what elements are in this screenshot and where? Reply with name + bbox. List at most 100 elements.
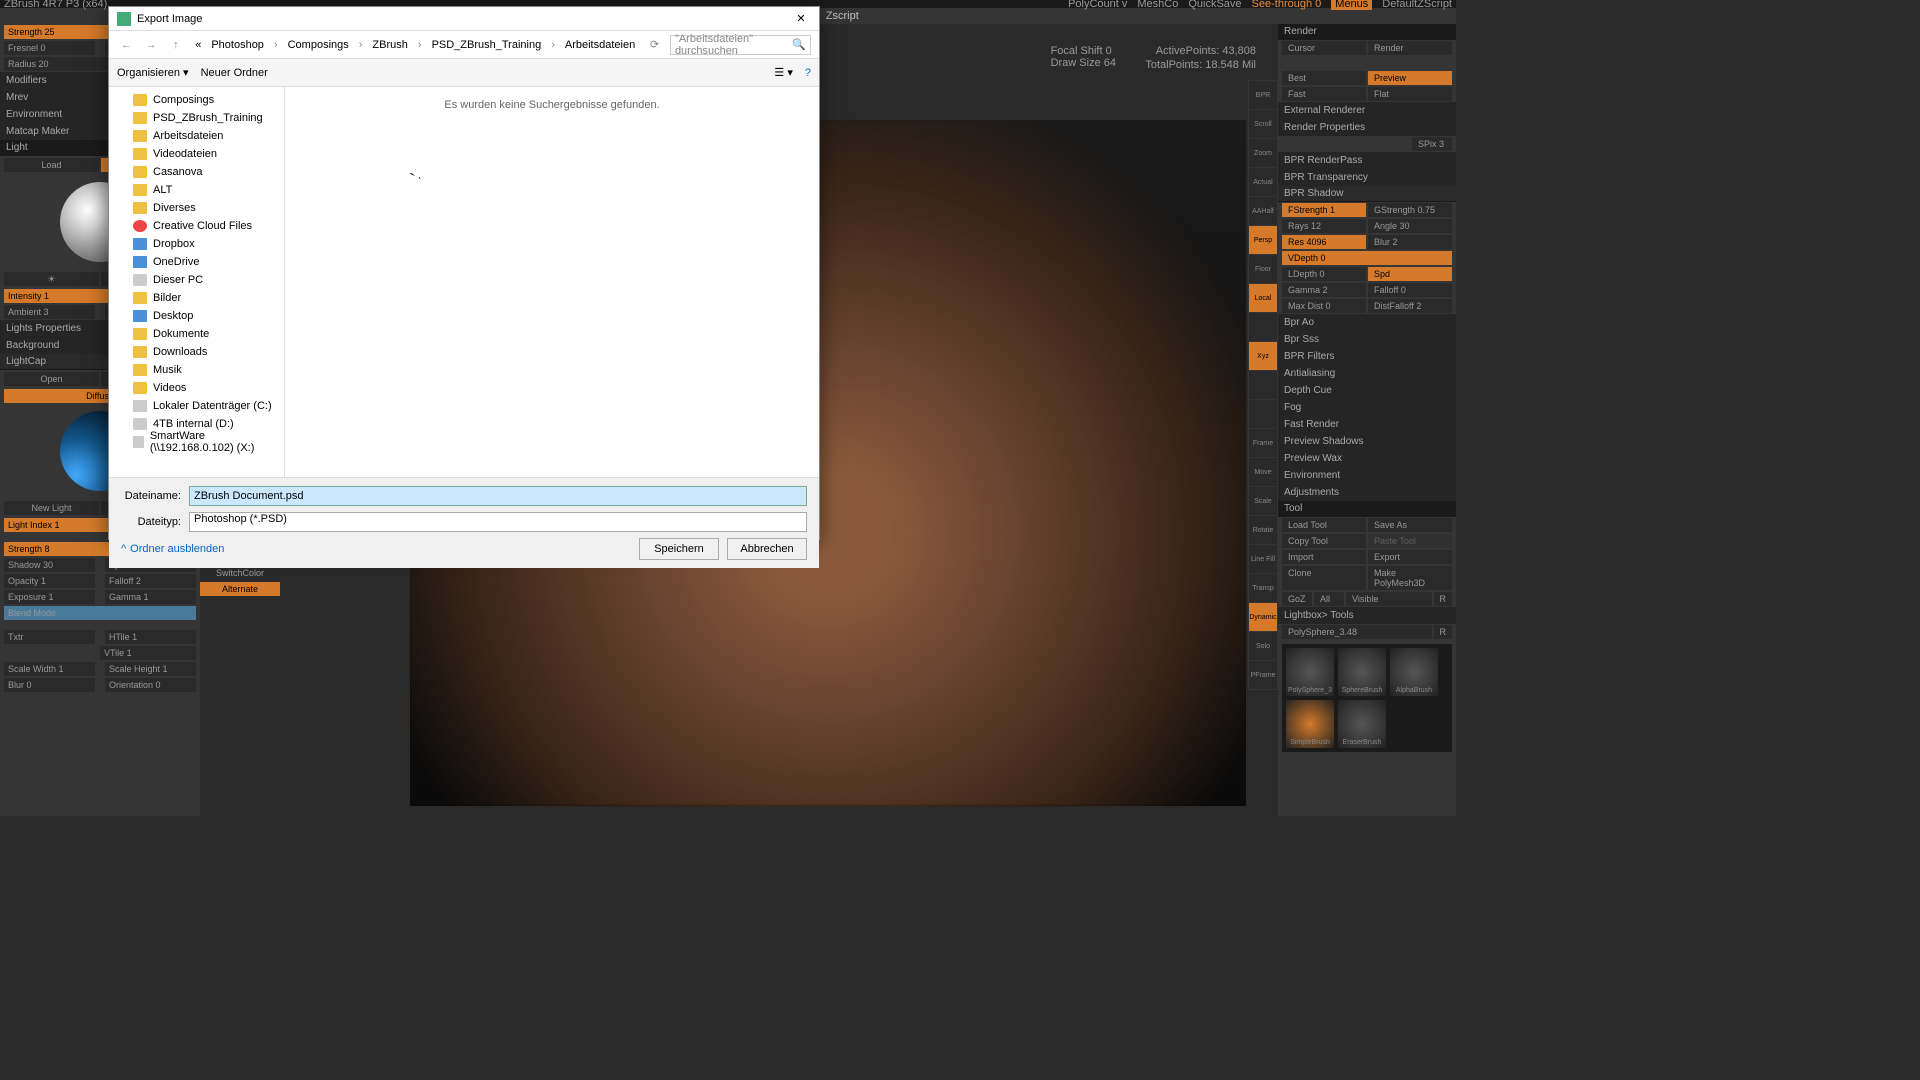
preview-button[interactable]: Preview [1368, 71, 1452, 85]
angle[interactable]: Angle 30 [1368, 219, 1452, 233]
opacity-slider[interactable]: Opacity 1 [4, 574, 95, 588]
linefill-icon[interactable]: Line Fill [1249, 545, 1277, 573]
falloff0[interactable]: Falloff 0 [1368, 283, 1452, 297]
tool-thumb-1[interactable]: SphereBrush [1338, 648, 1386, 696]
scaleh-slider[interactable]: Scale Height 1 [105, 662, 196, 676]
up-icon[interactable]: ↑ [166, 35, 185, 55]
ambient-slider[interactable]: Ambient 3 [4, 305, 95, 319]
switch-color[interactable]: SwitchColor [200, 566, 280, 580]
focal-shift[interactable]: Focal Shift 0 [1051, 45, 1116, 57]
aahalf-icon[interactable]: AAHalf [1249, 197, 1277, 225]
txtr-button[interactable]: Txtr [4, 630, 95, 644]
prevshadows[interactable]: Preview Shadows [1278, 433, 1456, 450]
spix-slider[interactable]: SPix 3 [1412, 137, 1452, 151]
visible-button[interactable]: Visible [1346, 592, 1432, 606]
crumb-4[interactable]: Arbeitsdateien [561, 37, 639, 53]
tree-item-desktop[interactable]: Desktop [109, 307, 284, 325]
distfalloff[interactable]: DistFalloff 2 [1368, 299, 1452, 313]
tree-item-dokumente[interactable]: Dokumente [109, 325, 284, 343]
render-button[interactable]: Render [1368, 41, 1452, 55]
prevwax[interactable]: Preview Wax [1278, 450, 1456, 467]
gstrength[interactable]: GStrength 0.75 [1368, 203, 1452, 217]
tree-item-diverses[interactable]: Diverses [109, 199, 284, 217]
import-button[interactable]: Import [1282, 550, 1366, 564]
bpr-pass[interactable]: BPR RenderPass [1278, 152, 1456, 169]
tool-thumb-4[interactable]: EraserBrush [1338, 700, 1386, 748]
seethrough-slider[interactable]: See-through 0 [1252, 0, 1322, 10]
tree-item-casanova[interactable]: Casanova [109, 163, 284, 181]
tree-item-videodateien[interactable]: Videodateien [109, 145, 284, 163]
r-button[interactable]: R [1434, 592, 1453, 606]
ext-renderer[interactable]: External Renderer [1278, 102, 1456, 119]
blur-slider[interactable]: Blur 0 [4, 678, 95, 692]
falloff-slider[interactable]: Falloff 2 [105, 574, 196, 588]
back-icon[interactable]: ← [117, 35, 136, 55]
new-folder-button[interactable]: Neuer Ordner [201, 67, 268, 79]
bpr-trans[interactable]: BPR Transparency [1278, 169, 1456, 186]
bpr-icon[interactable]: BPR [1249, 81, 1277, 109]
ldepth[interactable]: LDepth 0 [1282, 267, 1366, 281]
dynamic-icon[interactable]: Dynamic [1249, 603, 1277, 631]
tree-item-musik[interactable]: Musik [109, 361, 284, 379]
scalew-slider[interactable]: Scale Width 1 [4, 662, 95, 676]
copy-tool[interactable]: Copy Tool [1282, 534, 1366, 548]
all-button[interactable]: All [1314, 592, 1344, 606]
filetype-select[interactable]: Photoshop (*.PSD) [189, 512, 807, 532]
orient-slider[interactable]: Orientation 0 [105, 678, 196, 692]
rays[interactable]: Rays 12 [1282, 219, 1366, 233]
tree-item-bilder[interactable]: Bilder [109, 289, 284, 307]
gamma2[interactable]: Gamma 2 [1282, 283, 1366, 297]
save-as[interactable]: Save As [1368, 518, 1452, 532]
blank-icon[interactable] [1249, 313, 1277, 341]
shadow-slider[interactable]: Shadow 30 [4, 558, 95, 572]
maxdist[interactable]: Max Dist 0 [1282, 299, 1366, 313]
spd[interactable]: Spd [1368, 267, 1452, 281]
hide-folders-link[interactable]: ^ Ordner ausblenden [121, 543, 224, 555]
scroll-icon[interactable]: Scroll [1249, 110, 1277, 138]
zoom-icon[interactable]: Zoom [1249, 139, 1277, 167]
tree-item-lokaler-datentr-ger-c-[interactable]: Lokaler Datenträger (C:) [109, 397, 284, 415]
breadcrumb[interactable]: « Photoshop› Composings› ZBrush› PSD_ZBr… [191, 37, 639, 53]
render-env[interactable]: Environment [1278, 467, 1456, 484]
folder-tree[interactable]: ComposingsPSD_ZBrush_TrainingArbeitsdate… [109, 87, 285, 477]
vdepth[interactable]: VDepth 0 [1282, 251, 1452, 265]
tree-item-alt[interactable]: ALT [109, 181, 284, 199]
new-light-button[interactable]: New Light [4, 501, 99, 515]
pframe-icon[interactable]: PFrame [1249, 661, 1277, 689]
exposure-slider[interactable]: Exposure 1 [4, 590, 95, 604]
tree-item-dropbox[interactable]: Dropbox [109, 235, 284, 253]
rotate-icon[interactable]: Rotate [1249, 516, 1277, 544]
tool-thumb-3[interactable]: SimpleBrush [1286, 700, 1334, 748]
actual-icon[interactable]: Actual [1249, 168, 1277, 196]
tool-thumb-0[interactable]: PolySphere_3 [1286, 648, 1334, 696]
solo-icon[interactable]: Solo [1249, 632, 1277, 660]
filename-input[interactable] [189, 486, 807, 506]
scale-icon[interactable]: Scale [1249, 487, 1277, 515]
blank3-icon[interactable] [1249, 400, 1277, 428]
refresh-icon[interactable]: ⟳ [645, 35, 664, 55]
tree-item-composings[interactable]: Composings [109, 91, 284, 109]
organize-button[interactable]: Organisieren ▾ [117, 66, 189, 79]
search-input[interactable]: "Arbeitsdateien" durchsuchen 🔍 [670, 35, 811, 55]
blur[interactable]: Blur 2 [1368, 235, 1452, 249]
menus-button[interactable]: Menus [1331, 0, 1372, 10]
sun-icon[interactable]: ☀ [4, 272, 99, 286]
tree-item-smartware-192-168-0-102-x-[interactable]: SmartWare (\\192.168.0.102) (X:) [109, 433, 284, 451]
tree-item-arbeitsdateien[interactable]: Arbeitsdateien [109, 127, 284, 145]
gamma-slider[interactable]: Gamma 1 [105, 590, 196, 604]
bprfilters[interactable]: BPR Filters [1278, 348, 1456, 365]
fast-button[interactable]: Fast [1282, 87, 1366, 101]
vtile-slider[interactable]: VTile 1 [100, 646, 196, 660]
help-icon[interactable]: ? [805, 67, 811, 79]
tree-item-dieser-pc[interactable]: Dieser PC [109, 271, 284, 289]
tree-item-downloads[interactable]: Downloads [109, 343, 284, 361]
transp-icon[interactable]: Transp [1249, 574, 1277, 602]
tree-item-creative-cloud-files[interactable]: Creative Cloud Files [109, 217, 284, 235]
alternate-button[interactable]: Alternate [200, 582, 280, 596]
bprao[interactable]: Bpr Ao [1278, 314, 1456, 331]
clone-button[interactable]: Clone [1282, 566, 1366, 590]
close-icon[interactable]: ✕ [791, 12, 811, 25]
bprsss[interactable]: Bpr Sss [1278, 331, 1456, 348]
lightbox-tools[interactable]: Lightbox> Tools [1278, 607, 1456, 624]
crumb-0[interactable]: Photoshop [207, 37, 268, 53]
